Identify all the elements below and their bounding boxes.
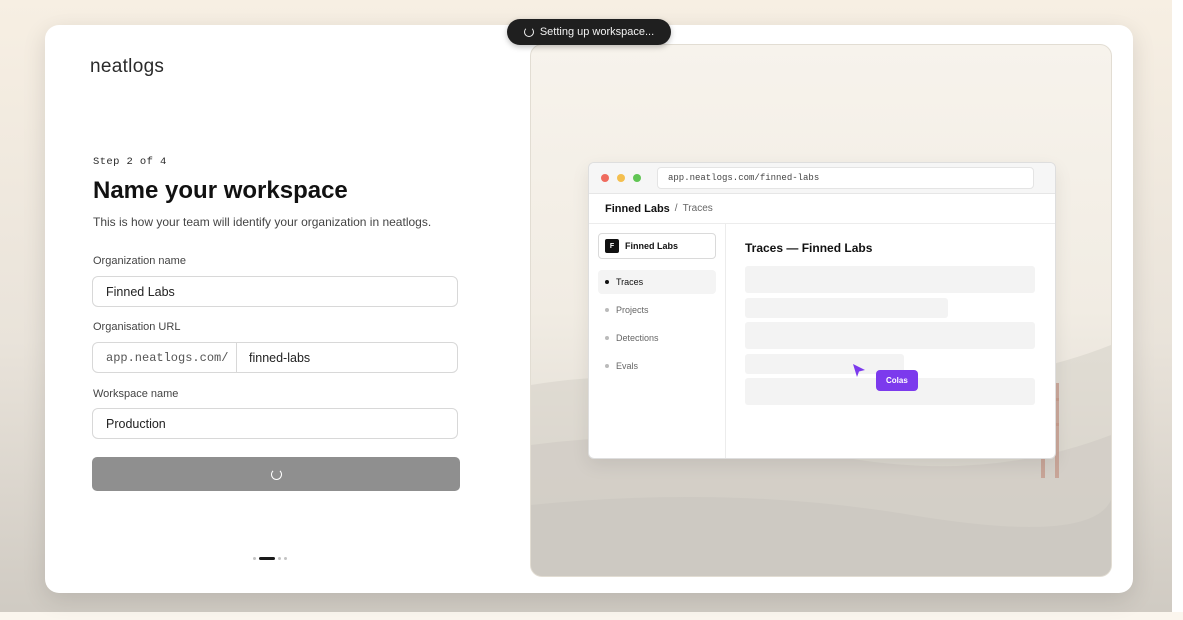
nav-item-label: Evals <box>616 361 639 371</box>
step-dot-active <box>259 557 275 560</box>
breadcrumb-separator: / <box>674 203 678 214</box>
workspace-name-input[interactable]: Production <box>92 408 458 439</box>
page-subtitle: This is how your team will identify your… <box>93 215 432 229</box>
org-url-field: app.neatlogs.com/ finned-labs <box>92 342 458 373</box>
preview-main-title: Traces — Finned Labs <box>745 241 873 255</box>
nav-item-label: Traces <box>616 277 644 287</box>
skeleton-row <box>745 322 1035 349</box>
minimize-dot-icon <box>617 174 625 182</box>
nav-bullet-icon <box>605 364 609 368</box>
loading-spinner-icon <box>270 468 282 480</box>
loading-spinner-icon <box>523 27 534 37</box>
nav-item-label: Detections <box>616 333 659 343</box>
collaborator-badge: Colas <box>876 370 918 391</box>
continue-button[interactable] <box>92 457 460 491</box>
nav-item-label: Projects <box>616 305 649 315</box>
org-url-label: Organisation URL <box>93 321 181 333</box>
workspace-name-label: Workspace name <box>93 388 179 400</box>
org-switcher-name: Finned Labs <box>625 241 679 251</box>
browser-chrome: app.neatlogs.com/finned-labs <box>589 163 1055 194</box>
close-dot-icon <box>601 174 609 182</box>
org-name-input[interactable]: Finned Labs <box>92 276 458 307</box>
org-avatar: F <box>605 239 619 253</box>
page-title: Name your workspace <box>93 177 348 204</box>
nav-item-traces: Traces <box>598 270 716 294</box>
step-dot <box>278 557 281 560</box>
backdrop-edge <box>1172 0 1183 620</box>
skeleton-row <box>745 266 1035 293</box>
org-name-label: Organization name <box>93 255 186 267</box>
org-switcher: F Finned Labs <box>598 233 716 259</box>
breadcrumb: Finned Labs / Traces <box>589 194 1055 224</box>
org-url-slug-input[interactable]: finned-labs <box>237 351 310 365</box>
brand-logo: neatlogs <box>90 56 165 77</box>
step-dot <box>253 557 256 560</box>
breadcrumb-org: Finned Labs <box>605 202 670 215</box>
workspace-name-value: Production <box>106 416 166 431</box>
org-url-prefix: app.neatlogs.com/ <box>93 343 237 372</box>
nav-bullet-icon <box>605 336 609 340</box>
maximize-dot-icon <box>633 174 641 182</box>
nav-item-evals: Evals <box>598 354 716 378</box>
setup-status-toast: Setting up workspace... <box>507 19 671 45</box>
nav-item-detections: Detections <box>598 326 716 350</box>
nav-bullet-icon <box>605 308 609 312</box>
browser-mockup: app.neatlogs.com/finned-labs Finned Labs… <box>588 162 1056 459</box>
step-dot <box>284 557 287 560</box>
nav-item-projects: Projects <box>598 298 716 322</box>
nav-bullet-icon <box>605 280 609 284</box>
preview-sidebar: F Finned Labs Traces Projects Detections <box>589 223 726 458</box>
toast-label: Setting up workspace... <box>539 26 655 38</box>
org-name-value: Finned Labs <box>106 284 175 299</box>
onboarding-card: neatlogs Step 2 of 4 Name your workspace… <box>45 25 1133 593</box>
backdrop-bottom <box>0 612 1183 620</box>
step-progress-dots <box>253 557 287 560</box>
breadcrumb-page: Traces <box>682 203 713 214</box>
cursor-pointer-icon <box>853 364 865 377</box>
skeleton-row <box>745 298 948 318</box>
step-indicator: Step 2 of 4 <box>93 156 167 168</box>
address-bar: app.neatlogs.com/finned-labs <box>657 167 1034 189</box>
workspace-preview-panel: app.neatlogs.com/finned-labs Finned Labs… <box>530 44 1112 577</box>
